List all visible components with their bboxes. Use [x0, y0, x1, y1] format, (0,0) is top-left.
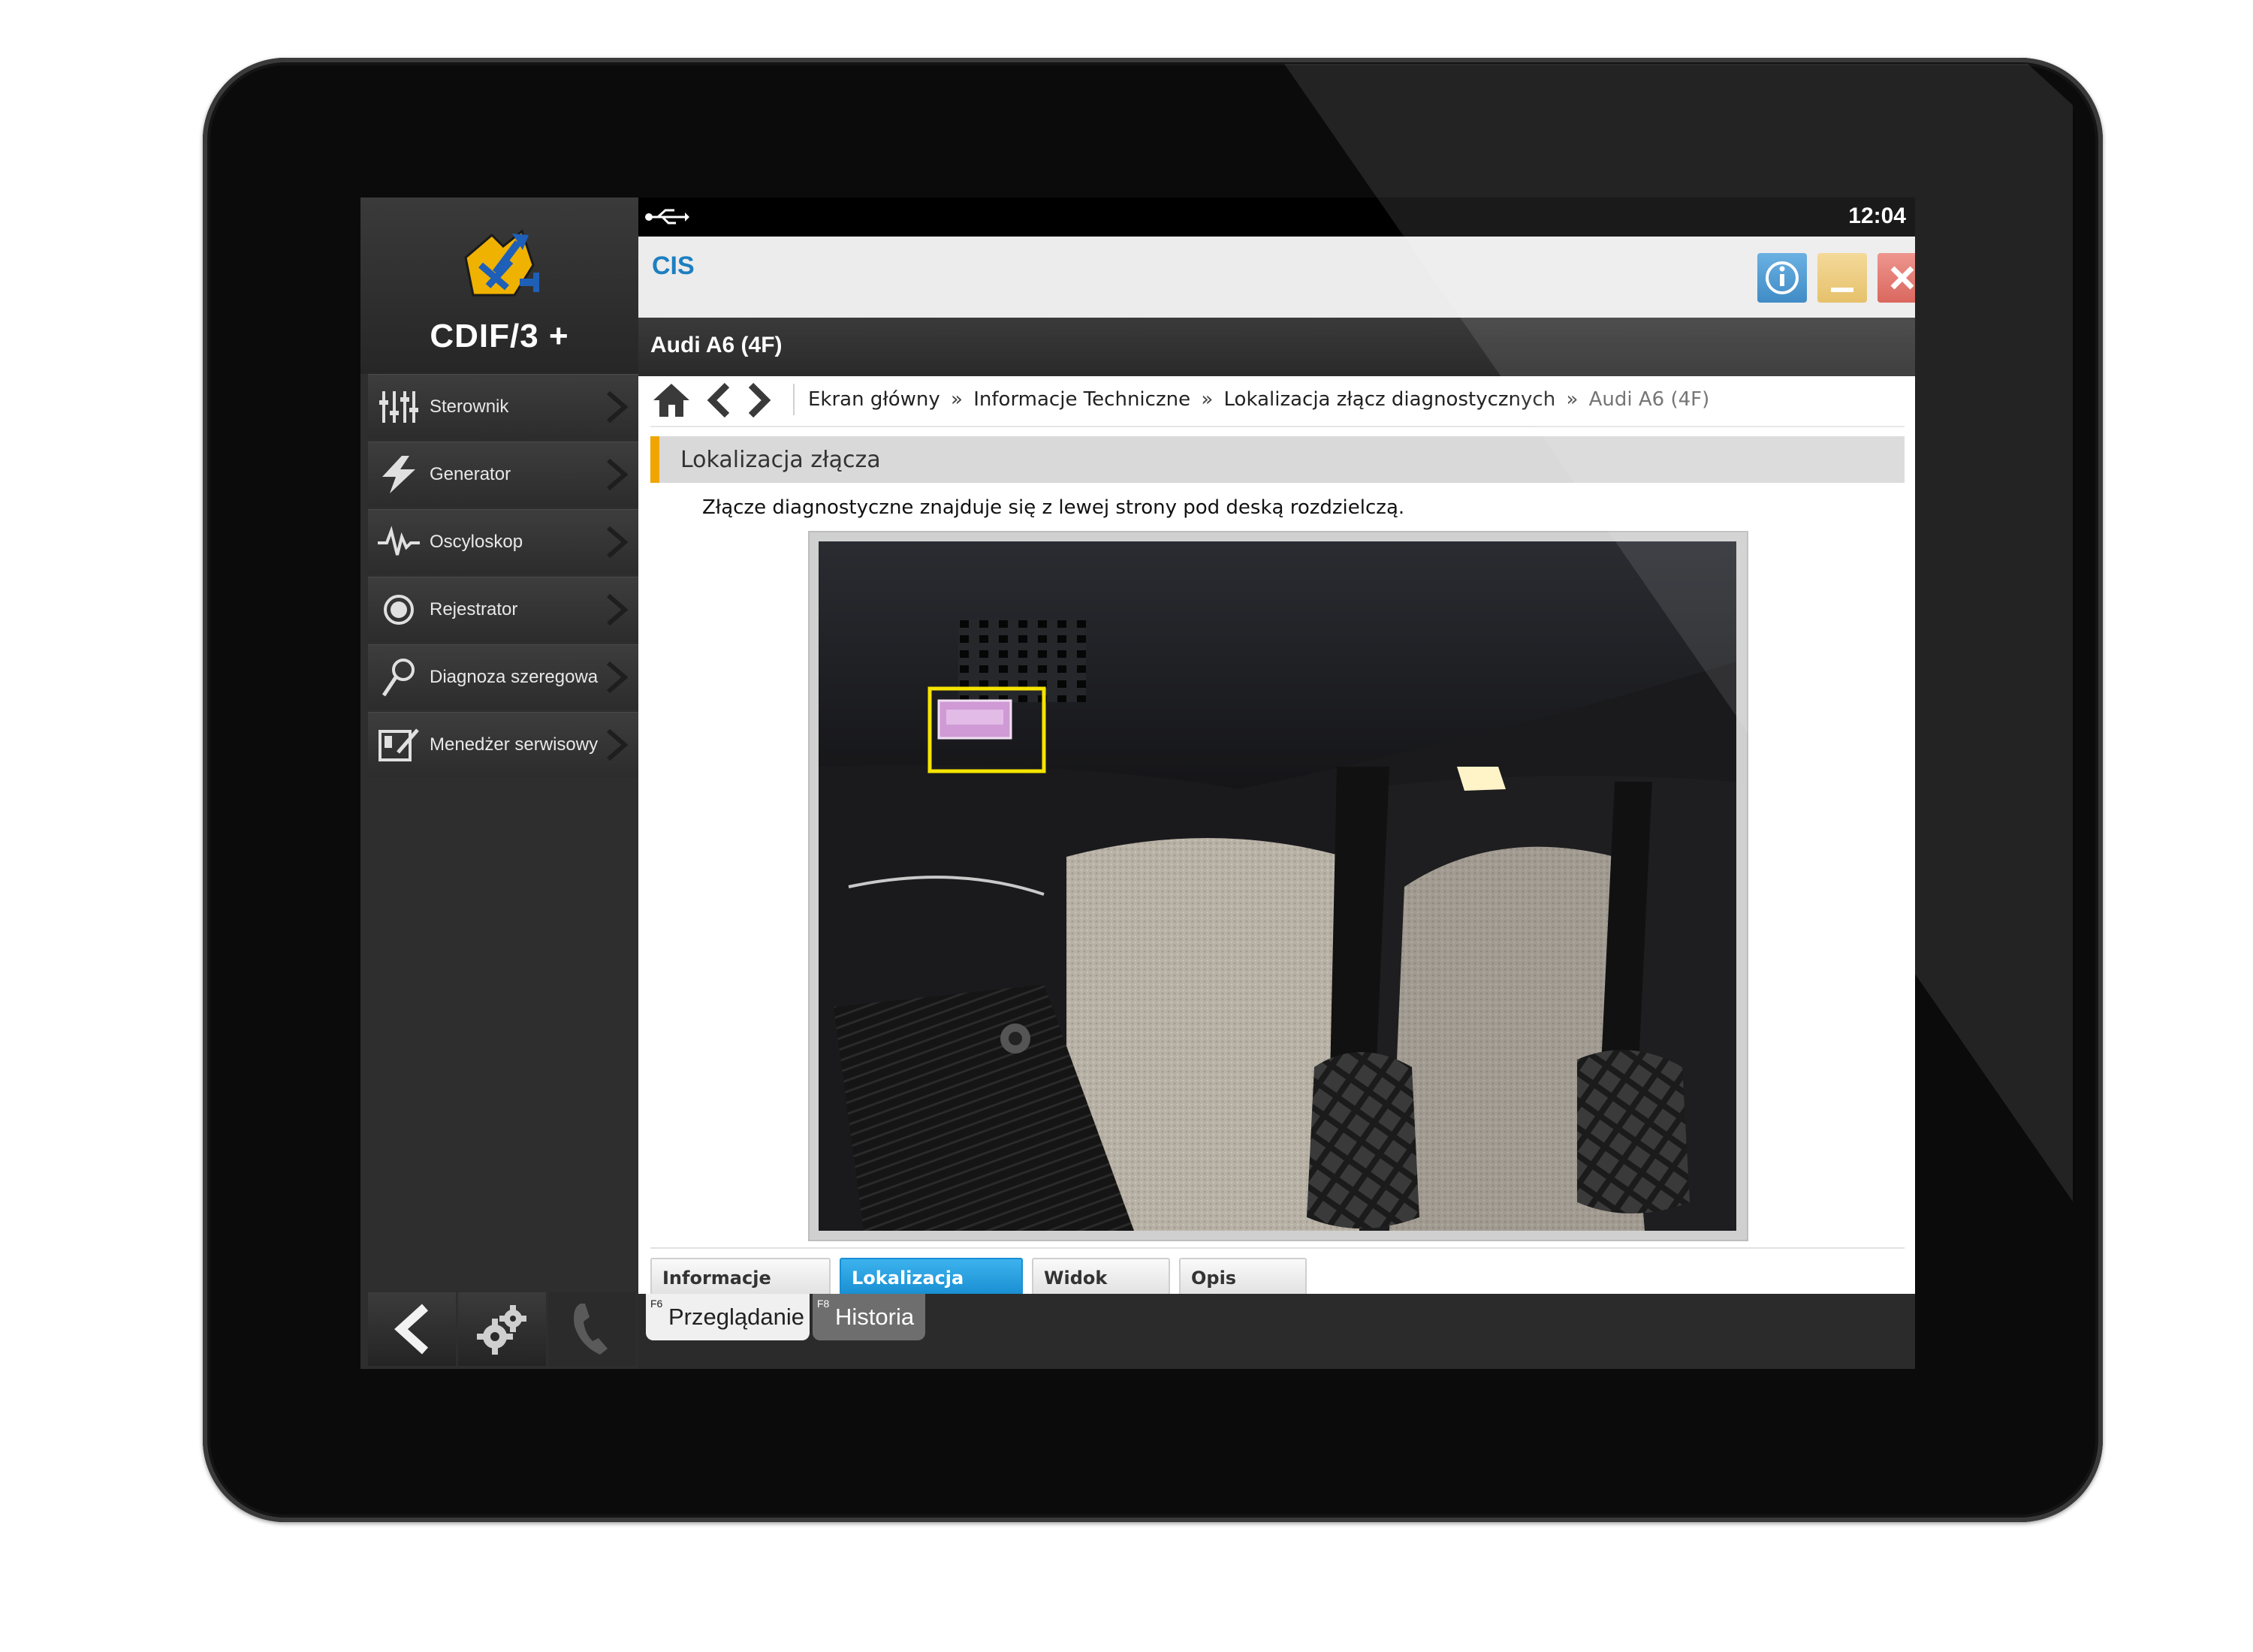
footwell-illustration — [819, 541, 1736, 1231]
notebook-icon — [379, 728, 419, 761]
tab-informacje-ogolne[interactable]: Informacje ogólne — [650, 1258, 831, 1326]
sidebar-item-label: Sterownik — [430, 396, 509, 417]
footer-tab-label: Przeglądanie — [668, 1304, 804, 1330]
sidebar-item-menedzer-serwisowy[interactable]: Menedżer serwisowy — [368, 712, 638, 777]
chevron-right-icon — [607, 390, 628, 424]
breadcrumb-item[interactable]: Informacje Techniczne — [973, 388, 1190, 411]
divider — [793, 384, 795, 415]
chevron-right-icon — [607, 593, 628, 626]
usb-icon — [645, 209, 689, 225]
vehicle-title: Audi A6 (4F) — [650, 333, 783, 357]
device-screen: CDIF/3 + Sterownik Generator Oscyloskop … — [360, 197, 1915, 1369]
main-panel: 12:04 CIS Audi A6 (4F) Ekran główny » In… — [638, 197, 1915, 1369]
chevron-right-icon — [607, 458, 628, 491]
section-description: Złącze diagnostyczne znajduje się z lewe… — [702, 496, 1405, 519]
breadcrumb-current: Audi A6 (4F) — [1588, 388, 1710, 411]
home-icon[interactable] — [650, 381, 692, 420]
minimize-button[interactable] — [1817, 253, 1867, 303]
sidebar-item-oscyloskop[interactable]: Oscyloskop — [368, 509, 638, 574]
forward-arrow-icon[interactable] — [745, 381, 774, 420]
sliders-icon — [379, 391, 418, 423]
breadcrumb-separator: » — [1201, 388, 1214, 411]
window-titlebar: CIS — [638, 237, 1915, 318]
back-arrow-icon[interactable] — [704, 381, 733, 420]
settings-button[interactable] — [458, 1292, 546, 1366]
footer-tab-label: Historia — [835, 1304, 915, 1330]
info-button[interactable] — [1757, 253, 1807, 303]
info-icon — [1766, 261, 1799, 294]
content-tabs: Informacje ogólne Lokalizacja złącza Wid… — [650, 1247, 1905, 1326]
back-icon — [394, 1304, 428, 1355]
status-bar: 12:04 — [638, 197, 1915, 237]
section-header: Lokalizacja złącza — [650, 436, 1905, 483]
app-logo: CDIF/3 + — [360, 197, 638, 374]
phone-icon — [573, 1304, 608, 1355]
section-title: Lokalizacja złącza — [680, 447, 881, 473]
breadcrumb-item[interactable]: Ekran główny — [808, 388, 940, 411]
car-logo-icon — [464, 229, 539, 297]
breadcrumb: Ekran główny » Informacje Techniczne » L… — [808, 388, 1709, 411]
chevron-right-icon — [607, 526, 628, 559]
function-key-label: F8 — [817, 1298, 830, 1310]
sidebar-item-label: Diagnoza szeregowa — [430, 667, 599, 687]
minimize-icon — [1831, 288, 1853, 292]
sidebar-item-rejestrator[interactable]: Rejestrator — [368, 577, 638, 642]
tab-lokalizacja-zlacza[interactable]: Lokalizacja złącza — [840, 1258, 1023, 1326]
footer-tab-historia[interactable]: F8 Historia — [813, 1294, 925, 1340]
vehicle-header: Audi A6 (4F) — [638, 318, 1915, 376]
chevron-right-icon — [607, 728, 628, 761]
footer-tab-przegladanie[interactable]: F6 Przeglądanie — [646, 1294, 810, 1340]
sidebar-item-label: Oscyloskop — [430, 532, 523, 552]
close-button[interactable] — [1878, 253, 1915, 303]
record-icon — [384, 595, 414, 625]
breadcrumb-separator: » — [1566, 388, 1579, 411]
chevron-right-icon — [607, 661, 628, 694]
sidebar-item-label: Generator — [430, 464, 511, 484]
window-title: CIS — [652, 252, 695, 280]
magnifier-icon — [382, 659, 415, 697]
sidebar-item-diagnoza-szeregowa[interactable]: Diagnoza szeregowa — [368, 644, 638, 710]
tab-opis-zlacza[interactable]: Opis złącza — [1179, 1258, 1307, 1326]
sidebar-item-label: Rejestrator — [430, 599, 518, 620]
content-area: Ekran główny » Informacje Techniczne » L… — [638, 376, 1915, 1326]
function-key-label: F6 — [650, 1298, 663, 1310]
section-marker — [650, 436, 659, 483]
back-button[interactable] — [368, 1292, 456, 1366]
waveform-icon — [378, 526, 420, 556]
footer-bar: F6 Przeglądanie F8 Historia — [638, 1294, 1915, 1369]
logo-text: CDIF/3 + — [430, 318, 569, 354]
sidebar-item-label: Menedżer serwisowy — [430, 734, 599, 755]
connector-location-photo — [819, 541, 1736, 1231]
clock: 12:04 — [1848, 203, 1906, 228]
sidebar-bottom-bar — [368, 1292, 638, 1366]
breadcrumb-item[interactable]: Lokalizacja złącz diagnostycznych — [1224, 388, 1556, 411]
phone-button[interactable] — [548, 1292, 636, 1366]
close-icon — [1890, 266, 1914, 290]
settings-icon — [476, 1305, 526, 1355]
connector-photo-frame — [808, 531, 1748, 1241]
sidebar-menu: Sterownik Generator Oscyloskop Rejestrat… — [368, 374, 638, 779]
sidebar-item-sterownik[interactable]: Sterownik — [368, 374, 638, 439]
tab-widok-zlacza[interactable]: Widok złącza — [1032, 1258, 1170, 1326]
lightning-icon — [382, 456, 415, 493]
navigation-row: Ekran główny » Informacje Techniczne » L… — [650, 376, 1905, 427]
breadcrumb-separator: » — [951, 388, 963, 411]
sidebar: CDIF/3 + Sterownik Generator Oscyloskop … — [360, 197, 638, 1369]
sidebar-item-generator[interactable]: Generator — [368, 442, 638, 507]
